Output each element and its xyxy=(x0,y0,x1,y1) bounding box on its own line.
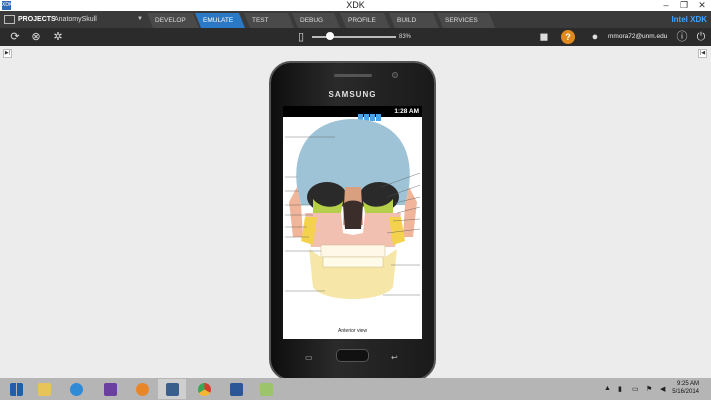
device-emulator-phone: SAMSUNG 1:28 AM Anterior view ▭ ↩ xyxy=(269,61,436,381)
tray-chevron-icon[interactable]: ▲ xyxy=(604,385,611,392)
window-title: XDK xyxy=(346,0,365,10)
taskbar-blender[interactable] xyxy=(128,379,156,399)
tab-services[interactable]: SERVICES xyxy=(437,13,495,28)
tab-develop[interactable]: DEVELOP xyxy=(147,13,199,28)
tab-test[interactable]: TEST xyxy=(244,13,294,28)
taskbar-file-explorer[interactable] xyxy=(30,379,58,399)
minimize-icon[interactable]: – xyxy=(657,0,675,11)
tray-battery-icon[interactable]: ▭ xyxy=(632,385,639,393)
emulator-toolbar: ⟳ ⊗ ✲ ▯ 83% ◼ ? ● mmora72@unm.edu ⓘ ⏻ xyxy=(0,28,711,46)
intel-xdk-logo: Intel XDK xyxy=(671,15,707,24)
windows-taskbar: ▲ ▮ ▭ ⚑ ◀ 9:25 AM 5/16/2014 xyxy=(0,378,711,400)
phone-speaker xyxy=(334,74,372,77)
tray-volume-icon[interactable]: ◀ xyxy=(660,385,665,393)
taskbar-visual-studio[interactable] xyxy=(96,379,124,399)
tab-build[interactable]: BUILD xyxy=(389,13,439,28)
image-caption: Anterior view xyxy=(338,328,367,334)
nasal-cavity xyxy=(343,200,363,229)
start-button[interactable] xyxy=(2,379,30,399)
device-status-time: 1:28 AM xyxy=(394,108,419,115)
taskbar-chrome[interactable] xyxy=(190,379,218,399)
zoom-slider-thumb[interactable] xyxy=(326,32,334,40)
paint-icon xyxy=(260,383,273,396)
folder-icon xyxy=(38,383,51,396)
main-nav-bar: PROJECTS AnatomySkull ▼ DEVELOP EMULATE … xyxy=(0,11,711,28)
device-status-bar: 1:28 AM xyxy=(283,106,422,121)
tray-network-icon[interactable]: ▮ xyxy=(618,385,622,393)
tab-debug[interactable]: DEBUG xyxy=(292,13,340,28)
reload-icon[interactable]: ⟳ xyxy=(8,30,22,44)
tray-flag-icon[interactable]: ⚑ xyxy=(646,385,652,393)
info-icon[interactable]: ⓘ xyxy=(675,30,689,44)
right-panel-toggle-icon[interactable]: |◀ xyxy=(698,49,707,58)
home-button[interactable] xyxy=(336,349,369,362)
internet-explorer-icon xyxy=(70,383,83,396)
projects-icon[interactable] xyxy=(4,15,15,24)
taskbar-xdk[interactable] xyxy=(158,379,186,399)
stop-icon[interactable]: ⊗ xyxy=(29,30,43,44)
taskbar-word[interactable] xyxy=(222,379,250,399)
user-email[interactable]: mmora72@unm.edu xyxy=(608,28,667,46)
project-name[interactable]: AnatomySkull xyxy=(54,11,97,28)
lower-teeth xyxy=(322,256,384,268)
left-panel-toggle-icon[interactable]: ▶| xyxy=(3,49,12,58)
settings-gear-icon[interactable]: ✲ xyxy=(51,30,65,44)
zoom-slider[interactable] xyxy=(312,36,396,38)
maximize-icon[interactable]: ❐ xyxy=(675,0,693,11)
package-cube-icon[interactable]: ◼ xyxy=(537,30,551,44)
device-screen[interactable]: 1:28 AM Anterior view xyxy=(283,106,422,339)
tab-emulate[interactable]: EMULATE xyxy=(195,13,245,28)
taskbar-paint[interactable] xyxy=(252,379,280,399)
phone-camera xyxy=(392,72,398,78)
zoom-percentage: 83% xyxy=(399,34,412,40)
device-phone-icon[interactable]: ▯ xyxy=(294,30,308,44)
upper-teeth xyxy=(320,244,386,258)
clock-time: 9:25 AM xyxy=(676,381,699,387)
windows-logo-icon xyxy=(10,383,23,396)
tab-profile[interactable]: PROFILE xyxy=(340,13,390,28)
chevron-down-icon[interactable]: ▼ xyxy=(137,11,143,28)
visual-studio-icon xyxy=(104,383,117,396)
taskbar-clock[interactable]: 9:25 AM 5/16/2014 xyxy=(672,380,699,396)
user-icon[interactable]: ● xyxy=(588,30,602,44)
window-title-bar: XDK XDK – ❐ ✕ xyxy=(0,0,711,11)
help-icon[interactable]: ? xyxy=(561,30,575,44)
menu-key-icon[interactable]: ▭ xyxy=(305,353,313,362)
clock-date: 5/16/2014 xyxy=(672,389,699,395)
power-icon[interactable]: ⏻ xyxy=(694,30,708,44)
phone-brand-label: SAMSUNG xyxy=(328,90,377,99)
word-icon xyxy=(230,383,243,396)
close-icon[interactable]: ✕ xyxy=(693,0,711,11)
taskbar-internet-explorer[interactable] xyxy=(62,379,90,399)
skull-anatomy-image xyxy=(285,119,421,299)
back-key-icon[interactable]: ↩ xyxy=(391,353,398,362)
chrome-icon xyxy=(198,383,211,396)
emulator-workspace: ▶| |◀ SAMSUNG 1:28 AM Anterior view ▭ ↩ xyxy=(0,46,711,381)
projects-button[interactable]: PROJECTS xyxy=(18,11,56,28)
signal-icons xyxy=(358,108,384,121)
blender-icon xyxy=(136,383,149,396)
xdk-taskbar-icon xyxy=(166,383,179,396)
